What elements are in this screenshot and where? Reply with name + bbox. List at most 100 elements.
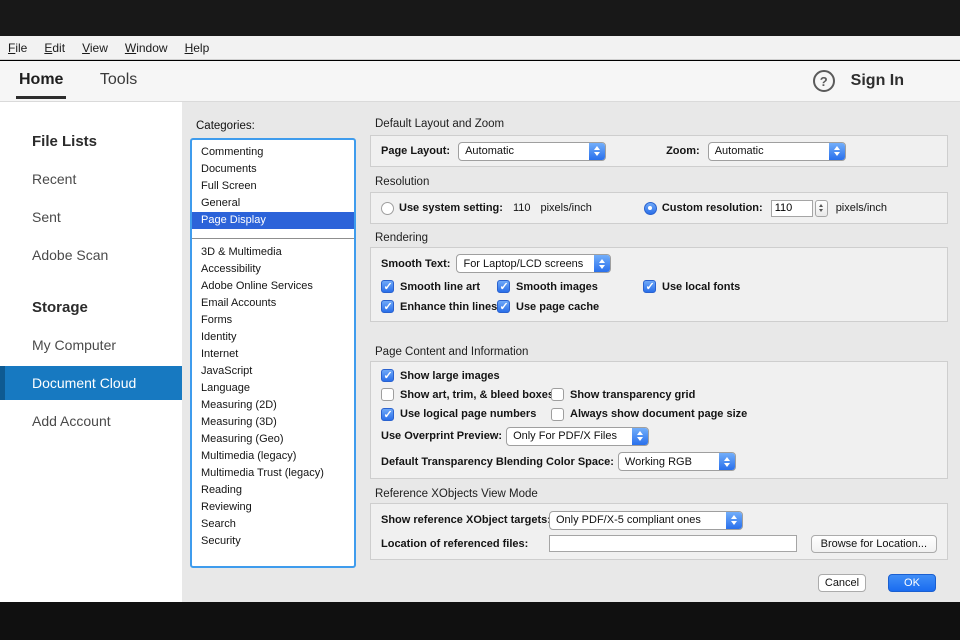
category-item[interactable]: Accessibility (192, 261, 354, 278)
zoom-select[interactable]: Automatic (707, 141, 846, 161)
show-art-trim-bleed-checkbox[interactable]: Show art, trim, & bleed boxes (381, 388, 555, 402)
group-page-content: Show large images Show art, trim, & blee… (370, 361, 948, 479)
xobject-targets-value: Only PDF/X-5 compliant ones (556, 514, 701, 526)
use-local-fonts-checkbox[interactable]: Use local fonts (643, 280, 740, 293)
group-layout-zoom: Page Layout: Automatic Zoom: Automatic (370, 135, 948, 167)
category-item[interactable]: JavaScript (192, 363, 354, 380)
zoom-label: Zoom: (666, 145, 700, 157)
section-title-xobjects: Reference XObjects View Mode (375, 488, 538, 500)
category-item[interactable]: Measuring (3D) (192, 414, 354, 431)
checkbox-checked-icon (381, 300, 394, 313)
category-item[interactable]: Security (192, 533, 354, 550)
desktop-background (0, 602, 960, 640)
smooth-line-art-checkbox[interactable]: Smooth line art (381, 280, 497, 293)
checkbox-label: Show art, trim, & bleed boxes (400, 388, 555, 401)
category-item-page-display[interactable]: Page Display (192, 212, 354, 229)
sidebar-header-file-lists: File Lists (32, 132, 98, 150)
use-logical-page-numbers-checkbox[interactable]: Use logical page numbers (381, 407, 551, 421)
overprint-value: Only For PDF/X Files (513, 430, 617, 443)
checkbox-checked-icon (381, 280, 394, 293)
sidebar-item-add-account[interactable]: Add Account (0, 402, 182, 440)
category-item[interactable]: Language (192, 380, 354, 397)
smooth-text-value: For Laptop/LCD screens (463, 257, 584, 270)
window-titlebar (0, 0, 960, 36)
nav-bar: Home Tools ? Sign In (0, 61, 960, 102)
help-icon[interactable]: ? (812, 70, 835, 92)
category-item[interactable]: Documents (192, 161, 354, 178)
sign-in-button[interactable]: Sign In (851, 72, 904, 90)
category-item[interactable]: Full Screen (192, 178, 354, 195)
category-item[interactable]: 3D & Multimedia (192, 244, 354, 261)
menu-help[interactable]: Help (185, 41, 210, 55)
content-row-3: Use logical page numbers Always show doc… (381, 407, 937, 421)
categories-label: Categories: (196, 120, 255, 132)
custom-resolution-input[interactable] (770, 199, 813, 217)
sidebar-item-document-cloud[interactable]: Document Cloud (0, 366, 182, 400)
category-item[interactable]: Multimedia (legacy) (192, 448, 354, 465)
categories-list: Commenting Documents Full Screen General… (190, 138, 356, 568)
custom-resolution-unit: pixels/inch (835, 202, 888, 214)
enhance-thin-lines-checkbox[interactable]: Enhance thin lines (381, 300, 497, 313)
smooth-images-checkbox[interactable]: Smooth images (497, 280, 643, 293)
menu-view[interactable]: View (82, 41, 108, 55)
xobject-targets-select[interactable]: Only PDF/X-5 compliant ones (549, 510, 743, 530)
tab-tools[interactable]: Tools (97, 61, 140, 96)
page-layout-label: Page Layout: (381, 145, 451, 157)
ok-button[interactable]: OK (888, 574, 936, 592)
smooth-text-select[interactable]: For Laptop/LCD screens (456, 254, 612, 273)
rendering-checkbox-row-2: Enhance thin lines Use page cache (381, 300, 937, 313)
category-item[interactable]: Email Accounts (192, 295, 354, 312)
checkbox-label: Smooth images (516, 280, 598, 293)
category-item[interactable]: Reading (192, 482, 354, 499)
category-item[interactable]: Search (192, 516, 354, 533)
section-title-page-content: Page Content and Information (375, 346, 529, 358)
use-page-cache-checkbox[interactable]: Use page cache (497, 300, 599, 313)
sidebar-item-recent[interactable]: Recent (0, 160, 182, 198)
cancel-button[interactable]: Cancel (818, 574, 866, 592)
overprint-label: Use Overprint Preview: (381, 430, 503, 443)
sidebar-item-my-computer[interactable]: My Computer (0, 326, 182, 364)
category-item[interactable]: Identity (192, 329, 354, 346)
category-item[interactable]: General (192, 195, 354, 212)
category-item[interactable]: Multimedia Trust (legacy) (192, 465, 354, 482)
category-item[interactable]: Internet (192, 346, 354, 363)
category-item[interactable]: Forms (192, 312, 354, 329)
use-system-setting-radio[interactable] (381, 201, 394, 215)
main-area: File Lists Recent Sent Adobe Scan Storag… (0, 102, 960, 602)
category-item[interactable]: Reviewing (192, 499, 354, 516)
page-layout-select[interactable]: Automatic (458, 141, 607, 161)
checkbox-label: Use page cache (516, 300, 600, 313)
custom-resolution-radio[interactable] (643, 201, 657, 215)
show-large-images-checkbox[interactable]: Show large images (381, 369, 500, 382)
sidebar-item-sent[interactable]: Sent (0, 198, 182, 236)
smooth-text-label: Smooth Text: (381, 257, 451, 270)
blend-row: Default Transparency Blending Color Spac… (381, 452, 937, 471)
referenced-files-input[interactable] (549, 535, 797, 552)
always-show-page-size-checkbox[interactable]: Always show document page size (551, 407, 747, 421)
sidebar: File Lists Recent Sent Adobe Scan Storag… (0, 102, 182, 602)
category-item[interactable]: Adobe Online Services (192, 278, 354, 295)
smooth-text-row: Smooth Text: For Laptop/LCD screens (381, 254, 937, 273)
menu-file[interactable]: File (8, 41, 27, 55)
tab-home[interactable]: Home (16, 61, 67, 99)
category-item[interactable]: Measuring (Geo) (192, 431, 354, 448)
checkbox-label: Smooth line art (400, 280, 481, 293)
resolution-stepper[interactable] (814, 199, 828, 217)
menu-edit[interactable]: Edit (44, 41, 65, 55)
show-transparency-grid-checkbox[interactable]: Show transparency grid (551, 388, 695, 402)
browse-for-location-button[interactable]: Browse for Location... (810, 534, 937, 553)
category-item[interactable]: Commenting (192, 144, 354, 161)
overprint-select[interactable]: Only For PDF/X Files (506, 426, 650, 446)
menu-window[interactable]: Window (125, 41, 168, 55)
category-item[interactable]: Measuring (2D) (192, 397, 354, 414)
sidebar-item-adobe-scan[interactable]: Adobe Scan (0, 236, 182, 274)
checkbox-unchecked-icon (551, 407, 564, 421)
content-row-2: Show art, trim, & bleed boxes Show trans… (381, 388, 937, 402)
blend-space-select[interactable]: Working RGB (617, 452, 736, 471)
zoom-value: Automatic (714, 145, 764, 157)
custom-resolution-label: Custom resolution: (661, 202, 763, 214)
chevron-up-down-icon (589, 142, 606, 160)
chevron-up-down-icon (594, 255, 611, 272)
referenced-files-label: Location of referenced files: (381, 537, 529, 550)
